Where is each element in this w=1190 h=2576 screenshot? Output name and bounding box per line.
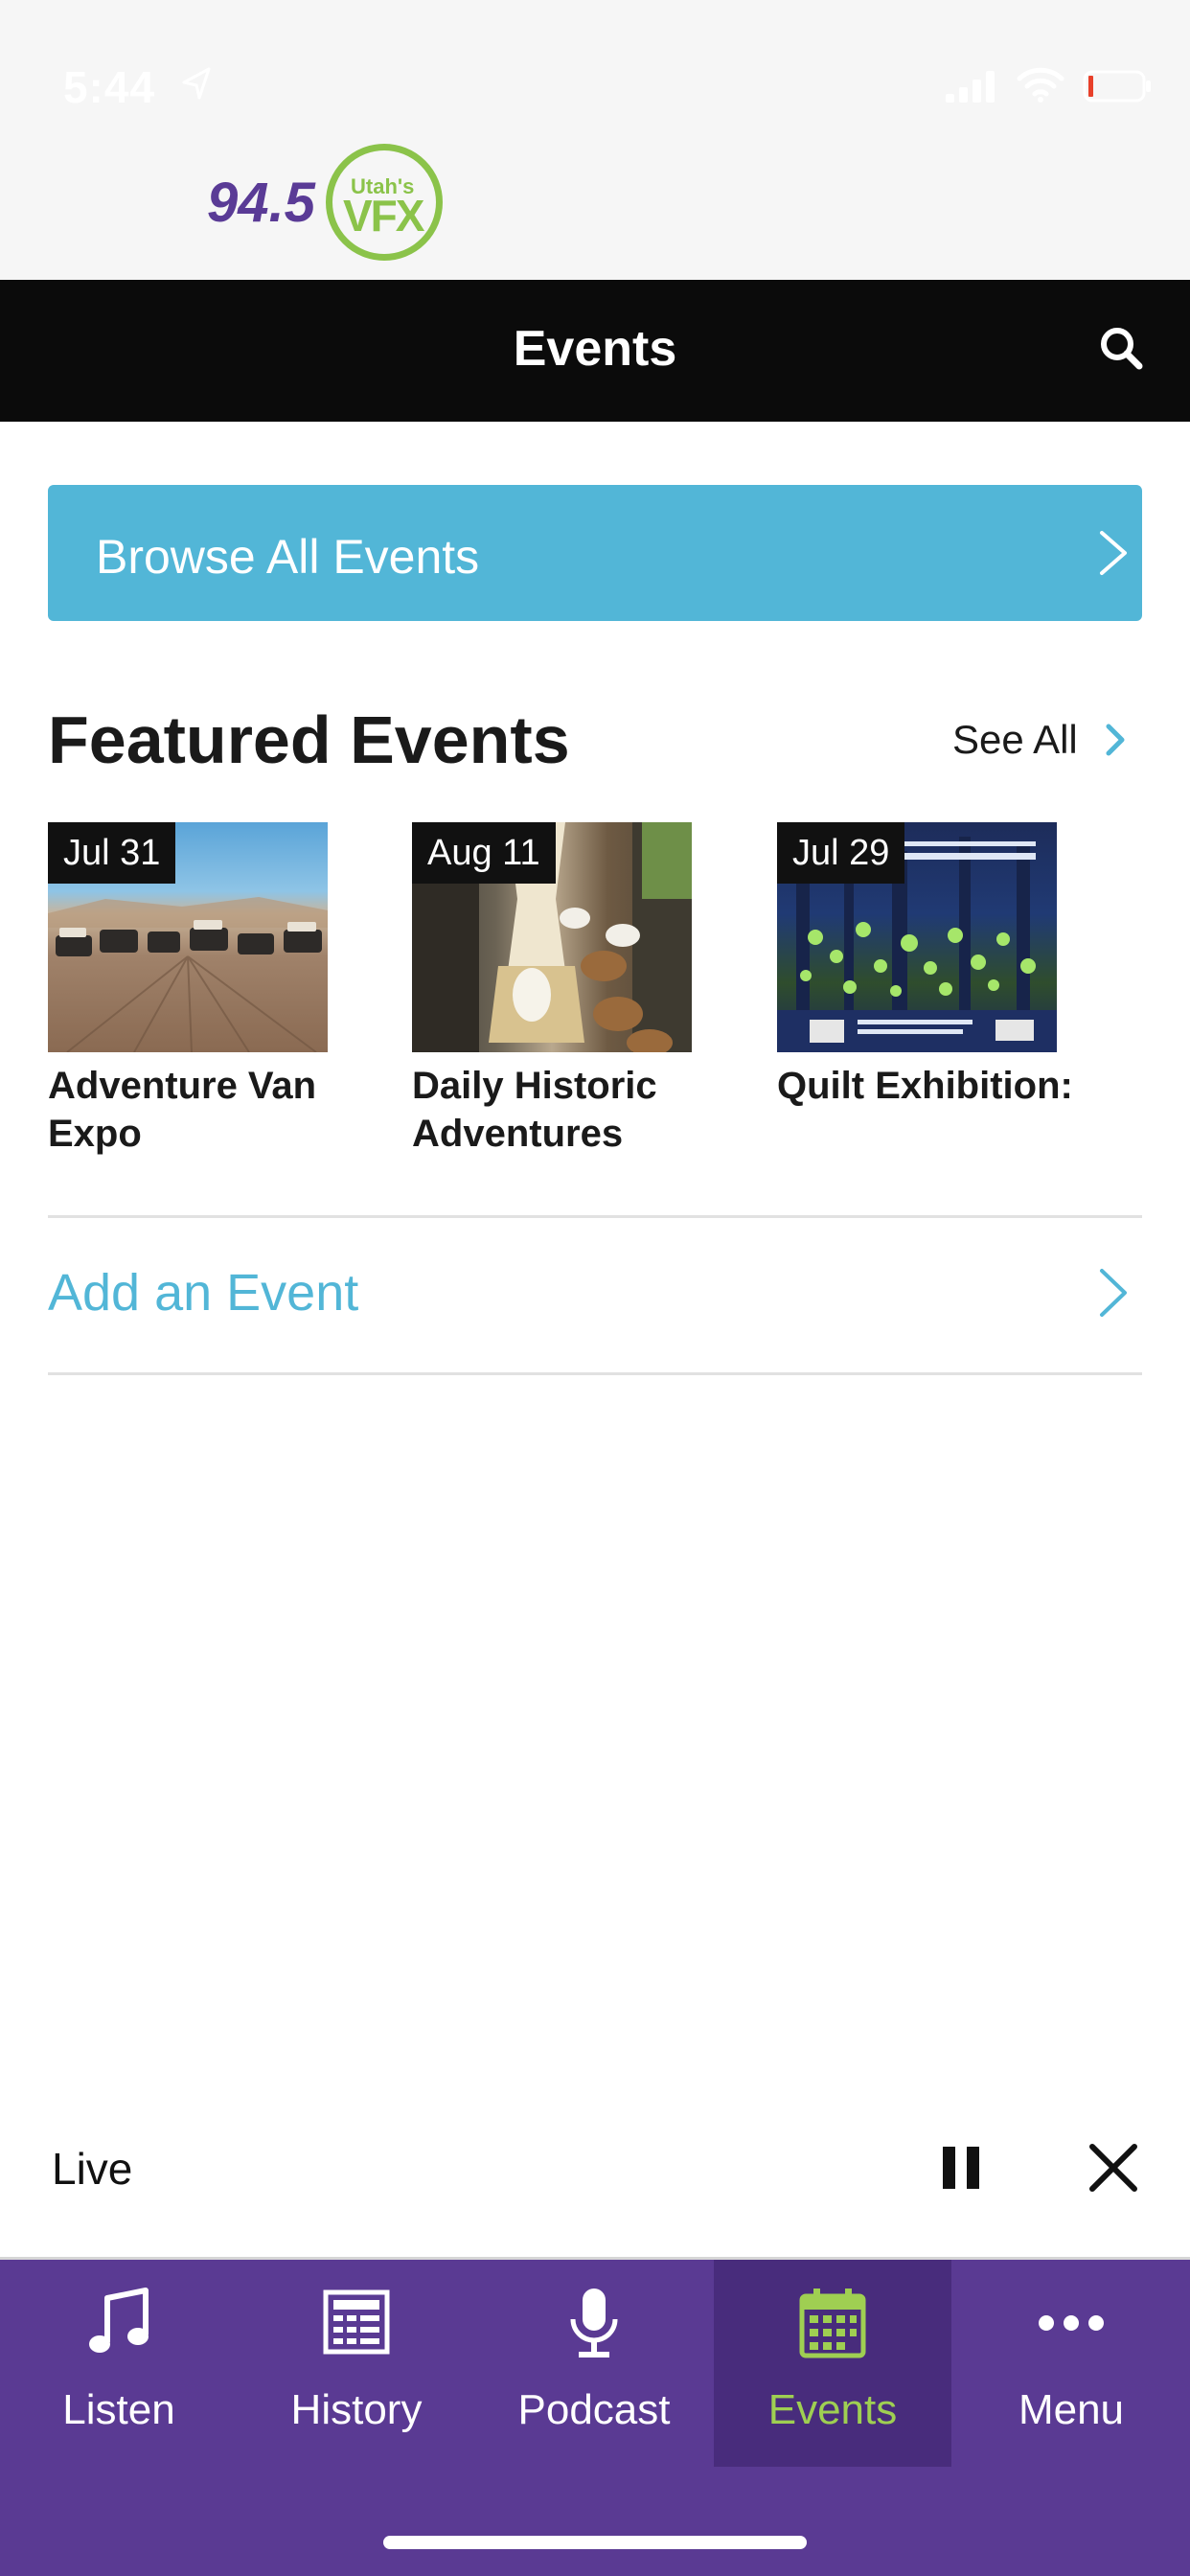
chevron-right-icon [1100, 1269, 1127, 1317]
station-logo: 94.5 Utah's VFX [207, 144, 456, 274]
add-event-row[interactable]: Add an Event [48, 1219, 1142, 1372]
add-event-label: Add an Event [48, 1264, 359, 1322]
page-header: Events [0, 280, 1190, 422]
event-title: Quilt Exhibition: [777, 1065, 1073, 1107]
now-playing-label: Live [52, 2144, 133, 2194]
home-indicator[interactable] [383, 2536, 807, 2549]
tab-label: Menu [1018, 2386, 1125, 2433]
logo-big-text: VFX [343, 191, 424, 241]
tab-podcast[interactable]: Podcast [475, 2260, 713, 2467]
page-title: Events [513, 321, 677, 377]
chevron-right-icon[interactable] [1104, 723, 1127, 757]
event-date-badge: Aug 11 [412, 822, 556, 884]
music-note-icon [89, 2288, 149, 2353]
now-playing-bar: Live [0, 2099, 1190, 2260]
divider [48, 1215, 1142, 1218]
calendar-icon [799, 2288, 866, 2358]
newspaper-icon [323, 2289, 390, 2355]
cellular-signal-icon [946, 71, 995, 103]
tab-history[interactable]: History [238, 2260, 475, 2467]
tab-label: Events [767, 2386, 898, 2433]
tab-label: Podcast [517, 2386, 671, 2433]
pause-icon[interactable] [937, 2141, 985, 2195]
status-time: 5:44 [63, 62, 156, 112]
featured-events-heading: Featured Events [48, 702, 570, 777]
battery-icon [1083, 70, 1151, 103]
see-all-link[interactable]: See All [952, 717, 1078, 763]
divider [48, 1372, 1142, 1375]
event-date-badge: Jul 29 [777, 822, 905, 884]
tab-label: Listen [62, 2386, 175, 2433]
event-title: Daily Historic Adventures [412, 1065, 657, 1155]
top-area: 5:44 94.5 Utah's VFX [0, 0, 1190, 280]
browse-all-events-button[interactable]: Browse All Events [48, 485, 1142, 621]
location-arrow-icon [182, 67, 211, 100]
tab-bar: Listen History Podcast Events Menu [0, 2260, 1190, 2576]
event-title: Adventure Van Expo [48, 1065, 317, 1155]
event-date-badge: Jul 31 [48, 822, 176, 884]
more-dots-icon [1039, 2315, 1104, 2331]
close-icon[interactable] [1087, 2141, 1140, 2195]
microphone-icon [570, 2288, 618, 2358]
browse-all-label: Browse All Events [96, 530, 480, 584]
tab-label: History [290, 2386, 423, 2433]
tab-listen[interactable]: Listen [0, 2260, 238, 2467]
tab-events[interactable]: Events [714, 2260, 951, 2467]
search-icon[interactable] [1097, 324, 1145, 372]
chevron-right-icon [1100, 531, 1127, 575]
logo-number: 94.5 [207, 172, 315, 234]
wifi-icon [1017, 67, 1064, 103]
tab-menu[interactable]: Menu [952, 2260, 1190, 2467]
